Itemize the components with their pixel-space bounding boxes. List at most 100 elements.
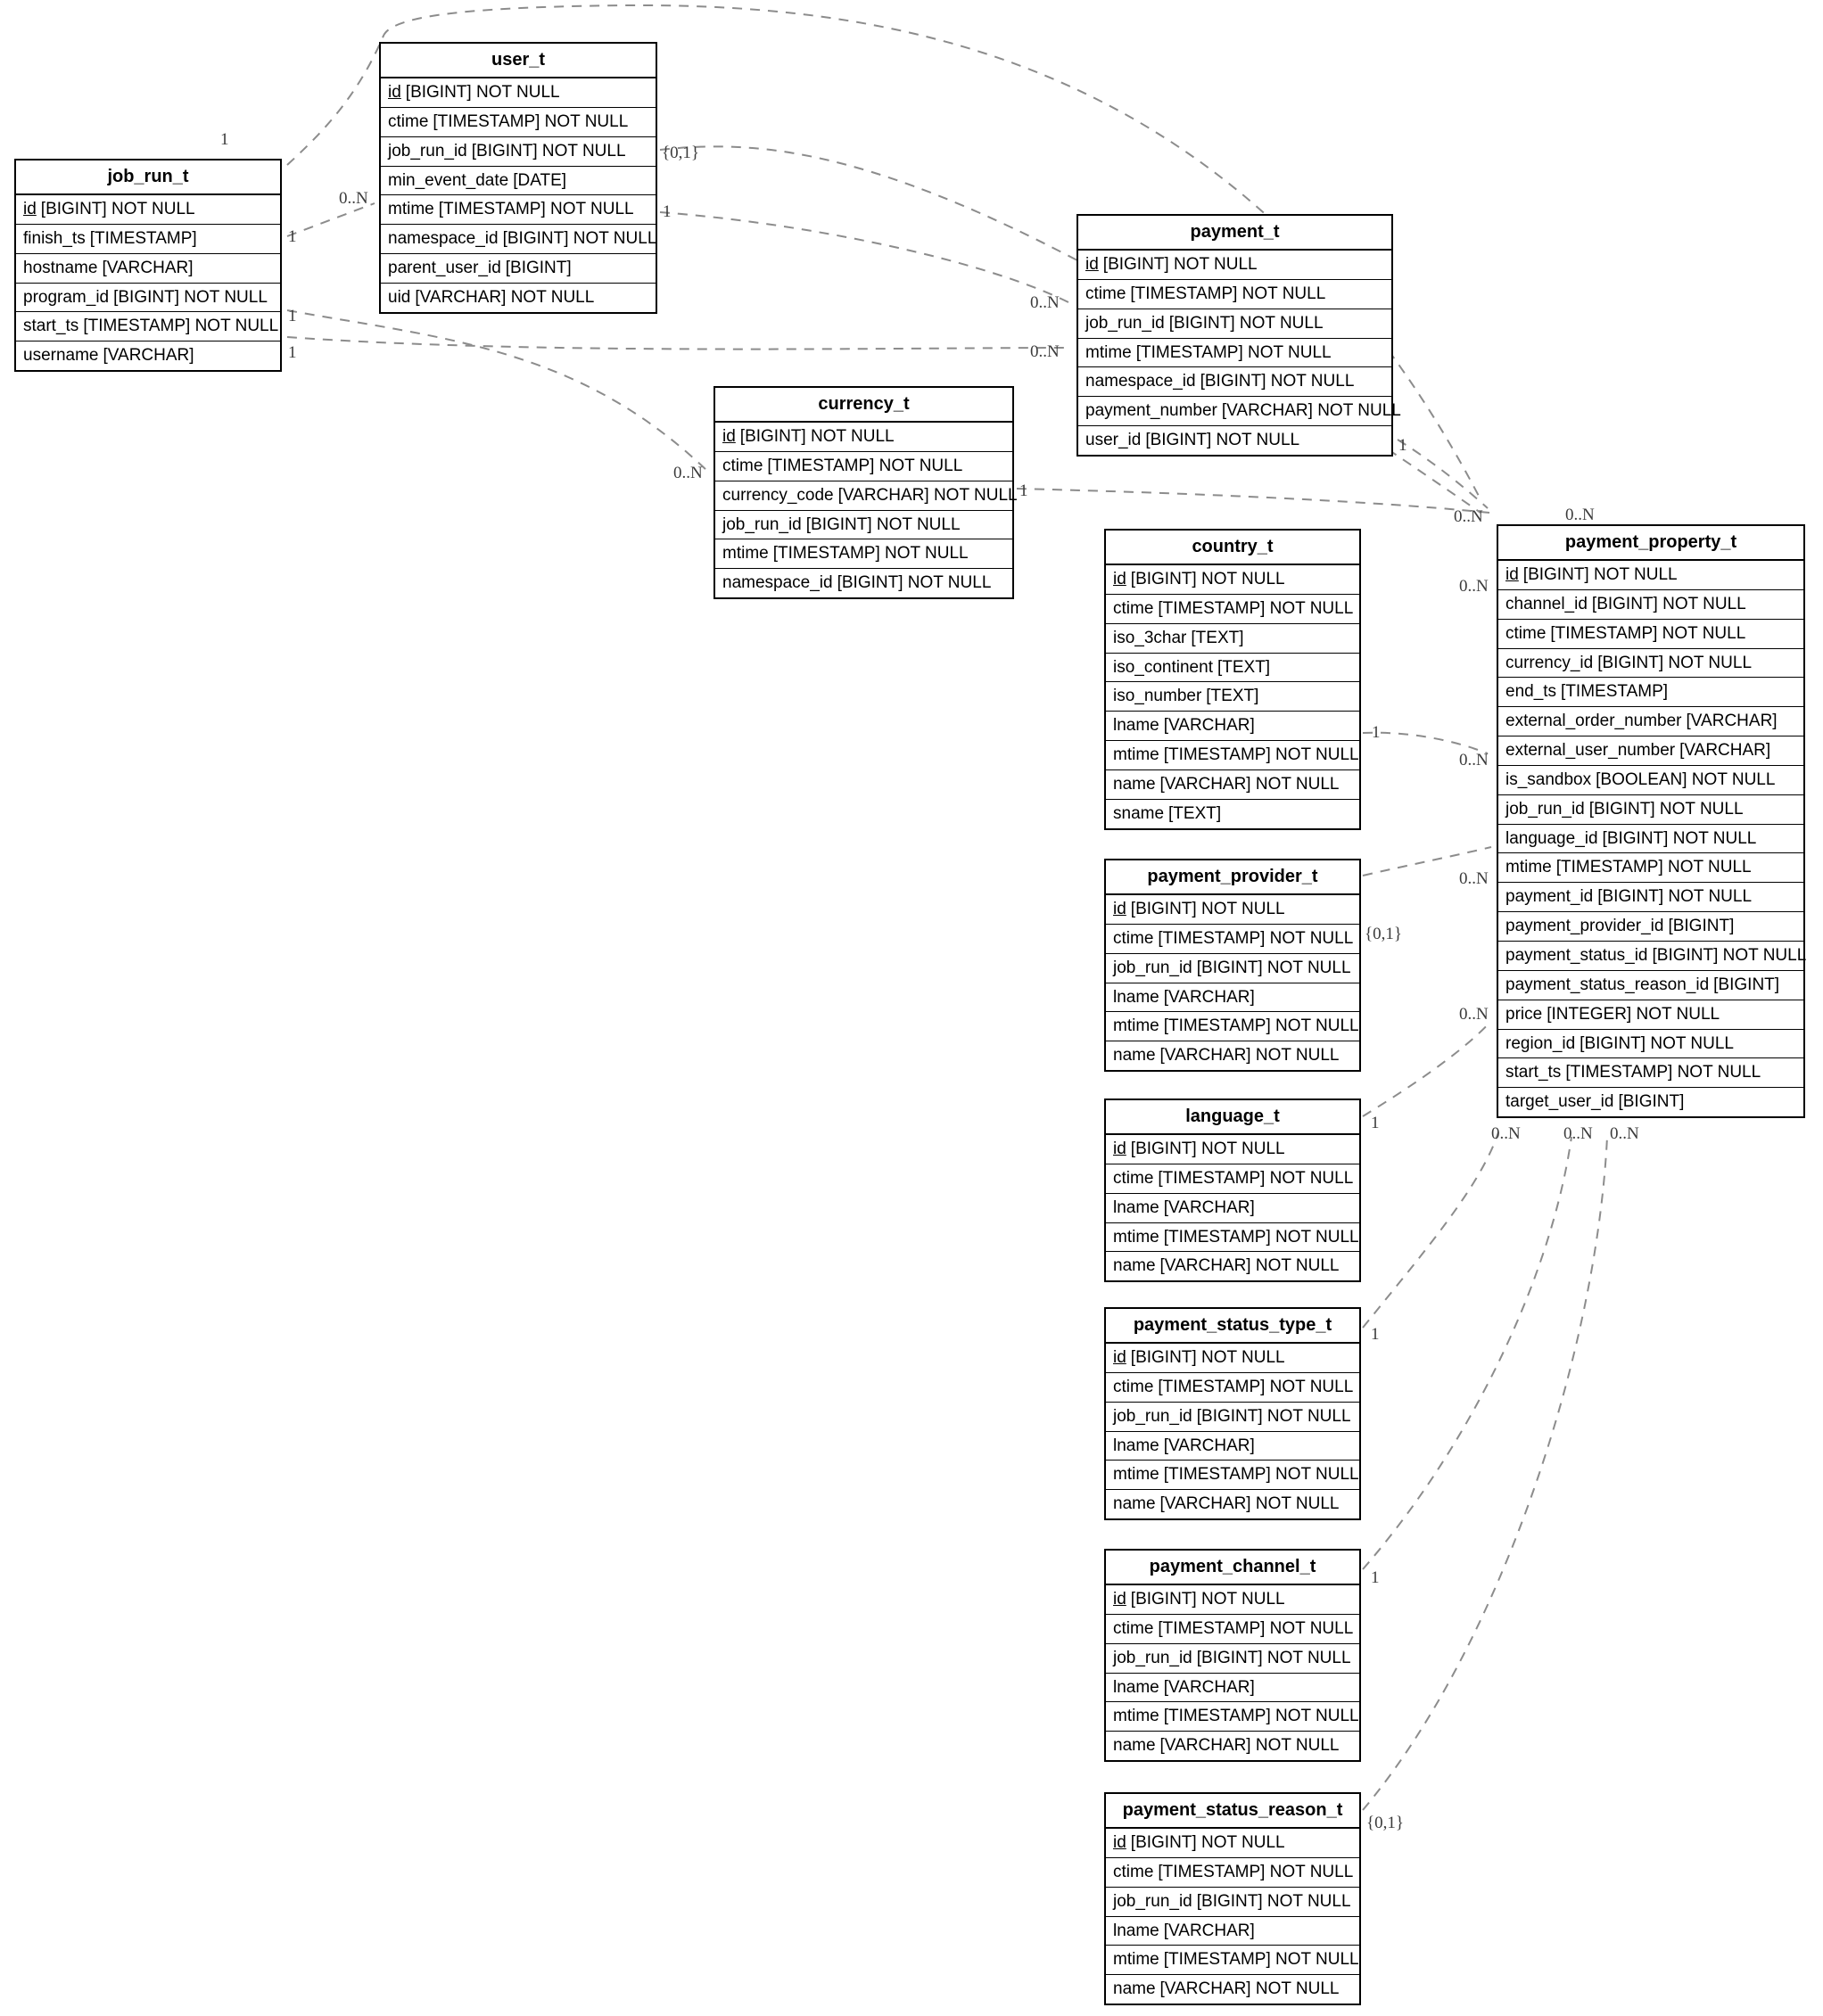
attribute-name: start_ts: [1505, 1063, 1562, 1082]
attribute-type: [BIGINT] NOT NULL: [1130, 1140, 1285, 1158]
attribute-row: mtime [TIMESTAMP] NOT NULL: [1106, 1012, 1359, 1042]
attribute-row-primary-key: id [BIGINT] NOT NULL: [1078, 251, 1391, 280]
entity-table-job-run-t[interactable]: job_run_t id [BIGINT] NOT NULL finish_ts [TI…: [14, 159, 282, 373]
attribute-row: mtime [TIMESTAMP] NOT NULL: [1106, 1702, 1359, 1732]
attribute-row: name [VARCHAR] NOT NULL: [1106, 770, 1359, 800]
cardinality-label: 1: [288, 227, 297, 246]
attribute-row-primary-key: id [BIGINT] NOT NULL: [1106, 1344, 1359, 1373]
attribute-row: namespace_id [BIGINT] NOT NULL: [1078, 367, 1391, 398]
relationship-edge: [286, 309, 710, 473]
entity-table-user-t[interactable]: user_t id [BIGINT] NOT NULL ctime [TIMESTAMP…: [379, 42, 657, 314]
attribute-list: id [BIGINT] NOT NULL ctime [TIMESTAMP] NOT …: [1106, 1829, 1359, 2004]
attribute-type: [VARCHAR]: [1163, 987, 1255, 1007]
entity-table-payment-channel-t[interactable]: payment_channel_t id [BIGINT] NOT NULL ctim…: [1104, 1549, 1361, 1763]
attribute-name: ctime: [1113, 1168, 1154, 1188]
cardinality-label: 0..N: [1563, 1124, 1593, 1143]
attribute-row-primary-key: id [BIGINT] NOT NULL: [1106, 1829, 1359, 1858]
attribute-name: name: [1113, 1736, 1156, 1756]
entity-table-country-t[interactable]: country_t id [BIGINT] NOT NULL ctime [TIMEST…: [1104, 529, 1361, 830]
attribute-row: lname [VARCHAR]: [1106, 1194, 1359, 1223]
attribute-name: lname: [1113, 1197, 1159, 1217]
attribute-row: language_id [BIGINT] NOT NULL: [1498, 825, 1803, 854]
cardinality-label: {0,1}: [1365, 925, 1402, 943]
attribute-type: [BIGINT] NOT NULL: [805, 514, 961, 534]
attribute-name: job_run_id: [722, 514, 802, 534]
attribute-name: ctime: [1113, 1862, 1154, 1881]
cardinality-label: 0..N: [1030, 293, 1060, 312]
attribute-name: name: [1113, 1046, 1156, 1066]
entity-table-language-t[interactable]: language_t id [BIGINT] NOT NULL ctime [TIMES…: [1104, 1099, 1361, 1283]
attribute-list: id [BIGINT] NOT NULL ctime [TIMESTAMP] NOT …: [1106, 565, 1359, 828]
attribute-type: [TIMESTAMP] NOT NULL: [1555, 858, 1752, 877]
attribute-type: [TIMESTAMP] NOT NULL: [83, 317, 279, 336]
attribute-list: id [BIGINT] NOT NULL ctime [TIMESTAMP] NOT …: [1106, 1585, 1359, 1760]
attribute-type: [BIGINT] NOT NULL: [1652, 945, 1807, 965]
attribute-row: ctime [TIMESTAMP] NOT NULL: [381, 108, 656, 137]
attribute-row: finish_ts [TIMESTAMP]: [16, 225, 280, 254]
entity-table-payment-status-type-t[interactable]: payment_status_type_t id [BIGINT] NOT NULL…: [1104, 1307, 1361, 1521]
attribute-list: id [BIGINT] NOT NULL channel_id [BIGINT] NO…: [1498, 561, 1806, 1116]
cardinality-label: 0..N: [673, 464, 703, 482]
attribute-type: [BIGINT] NOT NULL: [471, 141, 626, 160]
attribute-name: lname: [1113, 987, 1159, 1007]
attribute-name: id: [1085, 255, 1099, 274]
attribute-name: currency_code: [722, 485, 834, 505]
attribute-row: name [VARCHAR] NOT NULL: [1106, 1252, 1359, 1280]
attribute-name: id: [722, 427, 736, 446]
attribute-type: [BIGINT] NOT NULL: [1196, 958, 1351, 977]
attribute-name: job_run_id: [1113, 1648, 1192, 1667]
attribute-name: id: [1113, 1348, 1126, 1367]
attribute-row-primary-key: id [BIGINT] NOT NULL: [1106, 1585, 1359, 1615]
attribute-type: [DATE]: [513, 170, 567, 190]
attribute-name: id: [1505, 565, 1519, 584]
attribute-row: payment_provider_id [BIGINT]: [1498, 912, 1803, 942]
entity-table-payment-provider-t[interactable]: payment_provider_t id [BIGINT] NOT NULL cti…: [1104, 859, 1361, 1073]
attribute-row: parent_user_id [BIGINT]: [381, 254, 656, 284]
attribute-type: [TIMESTAMP] NOT NULL: [1158, 598, 1354, 618]
entity-table-payment-status-reason-t[interactable]: payment_status_reason_t id [BIGINT] NOT NU…: [1104, 1792, 1361, 2006]
attribute-row: start_ts [TIMESTAMP] NOT NULL: [1498, 1058, 1803, 1089]
attribute-row: mtime [TIMESTAMP] NOT NULL: [1498, 853, 1803, 884]
attribute-row: job_run_id [BIGINT] NOT NULL: [1106, 1888, 1359, 1917]
attribute-name: name: [1113, 1979, 1156, 1999]
attribute-type: [TIMESTAMP] NOT NULL: [767, 456, 963, 475]
attribute-type: [BIGINT] NOT NULL: [1196, 1891, 1351, 1911]
cardinality-label: 0..N: [1565, 506, 1595, 524]
attribute-type: [TIMESTAMP] NOT NULL: [772, 544, 969, 564]
attribute-row: region_id [BIGINT] NOT NULL: [1498, 1030, 1803, 1059]
attribute-name: namespace_id: [1085, 372, 1196, 391]
entity-table-payment-t[interactable]: payment_t id [BIGINT] NOT NULL ctime [TIMEST…: [1076, 214, 1401, 457]
attribute-name: external_order_number: [1505, 712, 1682, 731]
attribute-type: [VARCHAR] NOT NULL: [1159, 774, 1340, 794]
attribute-name: name: [1113, 1494, 1156, 1514]
relationship-edge: [1362, 1136, 1608, 1811]
attribute-row: job_run_id [BIGINT] NOT NULL: [1078, 309, 1391, 339]
attribute-row: channel_id [BIGINT] NOT NULL: [1498, 590, 1803, 620]
entity-table-payment-property-t[interactable]: payment_property_t id [BIGINT] NOT NULL cha…: [1497, 524, 1806, 1119]
attribute-type: [BIGINT] NOT NULL: [1597, 887, 1753, 907]
cardinality-label: 1: [288, 307, 297, 325]
attribute-type: [VARCHAR] NOT NULL: [1159, 1736, 1340, 1756]
attribute-type: [BIGINT]: [1618, 1092, 1685, 1112]
entity-table-currency-t[interactable]: currency_t id [BIGINT] NOT NULL ctime [TIMES…: [714, 386, 1018, 600]
entity-title: country_t: [1106, 531, 1359, 565]
attribute-type: [BIGINT] NOT NULL: [1200, 372, 1355, 391]
attribute-row: iso_number [TEXT]: [1106, 682, 1359, 712]
attribute-row: ctime [TIMESTAMP] NOT NULL: [1078, 280, 1391, 309]
attribute-type: [TIMESTAMP] NOT NULL: [1565, 1063, 1761, 1082]
attribute-name: id: [1113, 900, 1126, 918]
attribute-name: ctime: [1113, 1377, 1154, 1396]
attribute-name: job_run_id: [1113, 1891, 1192, 1911]
attribute-name: payment_status_reason_id: [1505, 975, 1710, 994]
attribute-row: mtime [TIMESTAMP] NOT NULL: [1106, 1946, 1359, 1976]
attribute-type: [BIGINT] NOT NULL: [1130, 1833, 1285, 1852]
attribute-row: end_ts [TIMESTAMP]: [1498, 678, 1803, 708]
attribute-name: sname: [1113, 803, 1165, 823]
attribute-type: [TIMESTAMP] NOT NULL: [1163, 1227, 1359, 1247]
relationship-edge: [1362, 1136, 1572, 1570]
attribute-type: [TIMESTAMP] NOT NULL: [433, 111, 629, 131]
attribute-type: [VARCHAR] NOT NULL: [1159, 1979, 1340, 1999]
attribute-type: [BIGINT]: [505, 259, 572, 278]
attribute-name: lname: [1113, 716, 1159, 736]
attribute-type: [TIMESTAMP] NOT NULL: [1163, 1707, 1359, 1726]
